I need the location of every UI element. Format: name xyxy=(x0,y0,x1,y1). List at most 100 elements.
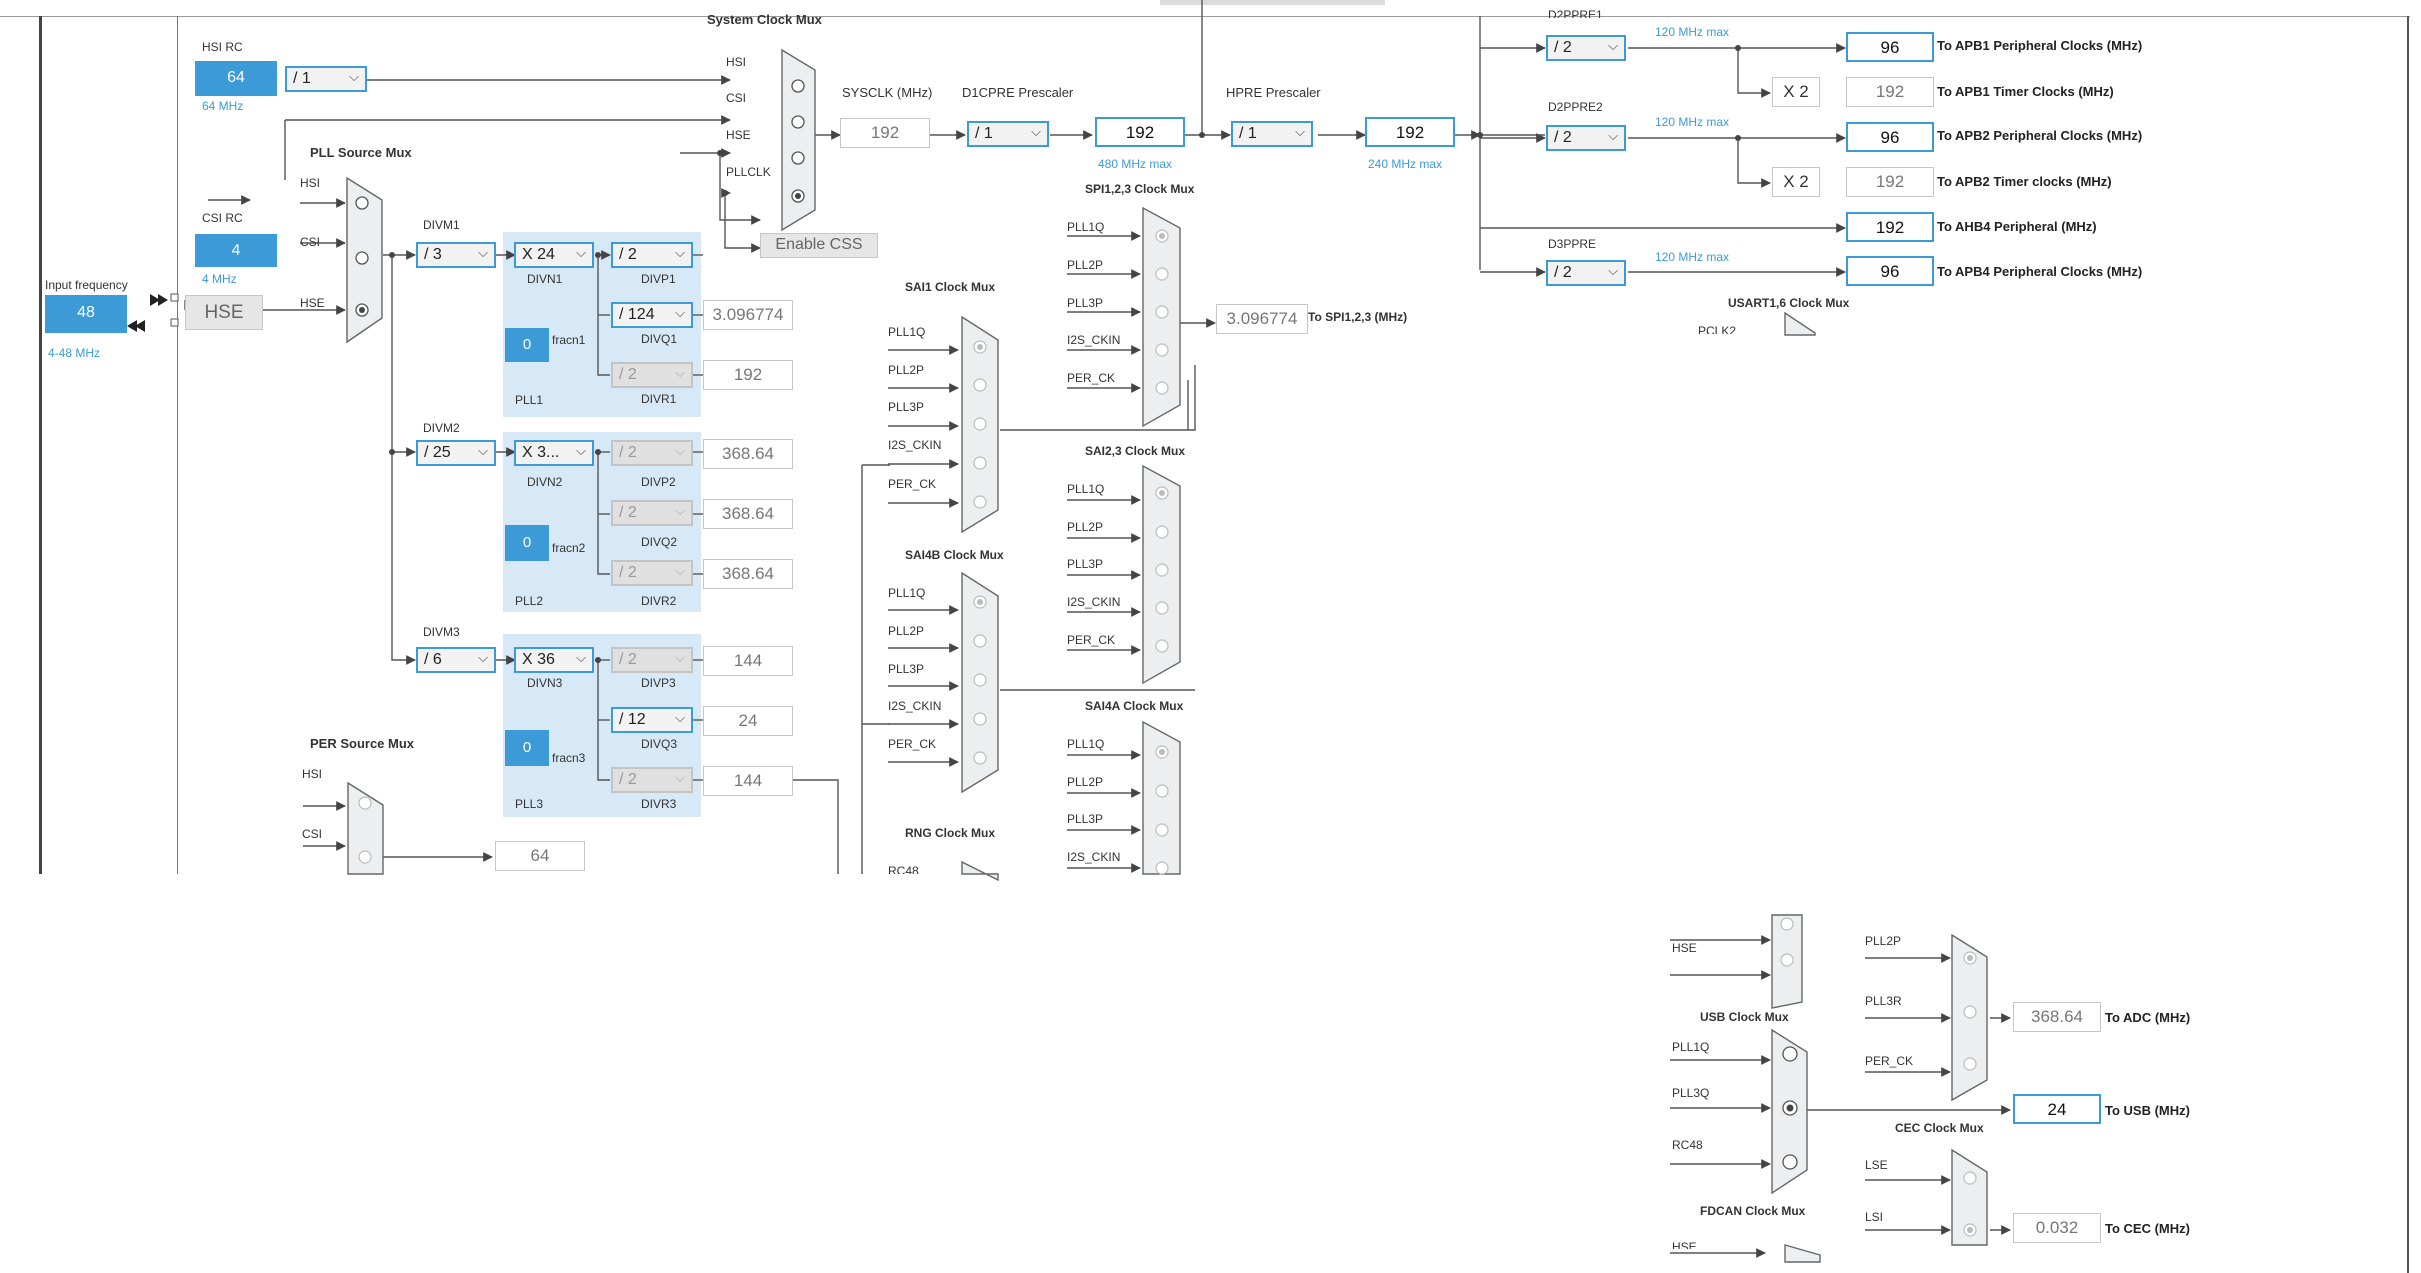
adc-input-perck: PER_CK xyxy=(1865,1054,1914,1068)
pll2-divp-value: / 2 xyxy=(619,444,637,461)
lower-input-hse: HSE xyxy=(1672,941,1697,955)
pll2-divr-select[interactable]: / 2 ⌵ xyxy=(611,560,693,586)
pll1-fracn-label: fracn1 xyxy=(552,333,586,347)
usart16-input-pclk2: PCLK2 xyxy=(1698,324,1737,334)
chevron-down-icon: ⌵ xyxy=(1608,38,1618,53)
d3ppre-max: 120 MHz max xyxy=(1655,250,1730,264)
enable-css-button[interactable]: Enable CSS xyxy=(760,233,878,258)
clock-configuration-canvas: System Clock Mux HSI CSI HSE PLLCLK Enab… xyxy=(0,0,2421,1273)
usb-input-pll3q: PLL3Q xyxy=(1672,1086,1710,1100)
d1cpre-select[interactable]: / 1 ⌵ xyxy=(967,121,1049,147)
d2ppre2-select[interactable]: / 2 ⌵ xyxy=(1546,125,1626,151)
rng-mux-title: RNG Clock Mux xyxy=(905,826,996,840)
apb2-timer-label: To APB2 Timer clocks (MHz) xyxy=(1937,174,2112,189)
sai4b-input-pll3p: PLL3P xyxy=(888,662,925,676)
chevron-down-icon: ⌵ xyxy=(576,443,586,458)
d2ppre2-value: / 2 xyxy=(1554,129,1572,146)
pll1-divq-select[interactable]: / 124 ⌵ xyxy=(611,302,693,328)
pll1-fracn-value[interactable]: 0 xyxy=(505,328,549,362)
d3ppre-value: / 2 xyxy=(1554,264,1572,281)
hse-block[interactable]: HSE xyxy=(185,295,263,330)
pll3-divn-value: X 36 xyxy=(522,651,555,668)
sai4a-input-i2s: I2S_CKIN xyxy=(1067,850,1121,864)
csi-rc-title: CSI RC xyxy=(202,211,243,225)
pll1-divm-value: / 3 xyxy=(424,246,442,263)
pll1-divn-label: DIVN1 xyxy=(527,272,563,286)
input-frequency-value[interactable]: 48 xyxy=(45,295,127,333)
sai4a-input-pll1q: PLL1Q xyxy=(1067,737,1105,751)
pll3-divm-value: / 6 xyxy=(424,651,442,668)
spi123-mux-title: SPI1,2,3 Clock Mux xyxy=(1085,182,1195,196)
pll1-divm-select[interactable]: / 3 ⌵ xyxy=(416,242,496,268)
usb-input-rc48: RC48 xyxy=(1672,1138,1703,1152)
usb-output: 24 xyxy=(2013,1094,2101,1124)
pll2-divq-select[interactable]: / 2 ⌵ xyxy=(611,500,693,526)
d1cpre-output: 192 xyxy=(1095,117,1185,147)
rng-mux-shape xyxy=(961,860,999,882)
d2ppre1-max: 120 MHz max xyxy=(1655,25,1730,39)
adc-output: 368.64 xyxy=(2013,1002,2101,1032)
pll3-divm-select[interactable]: / 6 ⌵ xyxy=(416,647,496,673)
hsi-rc-title: HSI RC xyxy=(202,40,243,54)
hsi-divider-select[interactable]: / 1 ⌵ xyxy=(285,66,367,92)
pll3-divn-select[interactable]: X 36 ⌵ xyxy=(514,647,594,673)
pll-source-input-hsi: HSI xyxy=(300,176,321,190)
sai1-input-pll3p: PLL3P xyxy=(888,400,925,414)
sai4a-mux-title: SAI4A Clock Mux xyxy=(1085,699,1184,713)
usart16-mux-title: USART1,6 Clock Mux xyxy=(1728,296,1850,310)
pll3-divp-output: 144 xyxy=(703,646,793,676)
pll3-divm-label: DIVM3 xyxy=(423,625,460,639)
hsi-freq: 64 MHz xyxy=(202,99,244,113)
spi123-output: 3.096774 xyxy=(1216,304,1308,334)
d3ppre-select[interactable]: / 2 ⌵ xyxy=(1546,260,1626,286)
d2ppre1-label: D2PPRE1 xyxy=(1548,8,1603,18)
fdcan-mux-title: FDCAN Clock Mux xyxy=(1700,1204,1806,1218)
d1cpre-max: 480 MHz max xyxy=(1098,157,1173,171)
pll2-divm-value: / 25 xyxy=(424,444,451,461)
pll2-divp-select[interactable]: / 2 ⌵ xyxy=(611,440,693,466)
input-frequency-range: 4-48 MHz xyxy=(48,346,101,360)
pll-source-input-csi: CSI xyxy=(300,235,321,249)
per-source-mux-title: PER Source Mux xyxy=(310,736,415,751)
pll1-divr-output: 192 xyxy=(703,360,793,390)
pll3-divq-value: / 12 xyxy=(619,711,646,728)
sysclk-label: SYSCLK (MHz) xyxy=(842,85,933,100)
chevron-down-icon: ⌵ xyxy=(478,443,488,458)
chevron-down-icon: ⌵ xyxy=(675,305,685,320)
sai4b-input-i2s: I2S_CKIN xyxy=(888,699,942,713)
pll3-divq-select[interactable]: / 12 ⌵ xyxy=(611,707,693,733)
pll1-divq-value: / 124 xyxy=(619,306,655,323)
chevron-down-icon: ⌵ xyxy=(478,650,488,665)
pll2-divp-output: 368.64 xyxy=(703,439,793,469)
sai23-input-pll3p: PLL3P xyxy=(1067,557,1104,571)
pll2-divn-select[interactable]: X 3... ⌵ xyxy=(514,440,594,466)
pll1-divr-value: / 2 xyxy=(619,366,637,383)
pll2-divr-value: / 2 xyxy=(619,564,637,581)
pll3-divr-select[interactable]: / 2 ⌵ xyxy=(611,767,693,793)
cec-output-label: To CEC (MHz) xyxy=(2105,1221,2190,1236)
d1cpre-label: D1CPRE Prescaler xyxy=(962,85,1074,100)
pll2-divm-select[interactable]: / 25 ⌵ xyxy=(416,440,496,466)
hpre-select[interactable]: / 1 ⌵ xyxy=(1231,121,1313,147)
d2ppre1-select[interactable]: / 2 ⌵ xyxy=(1546,35,1626,61)
sysclk-value: 192 xyxy=(840,118,930,148)
pll2-name: PLL2 xyxy=(515,594,544,608)
pll3-divp-value: / 2 xyxy=(619,651,637,668)
pll2-divr-output: 368.64 xyxy=(703,559,793,589)
pll2-divq-output: 368.64 xyxy=(703,499,793,529)
pll1-divp-select[interactable]: / 2 ⌵ xyxy=(611,242,693,268)
chevron-down-icon: ⌵ xyxy=(349,69,359,84)
csi-rc-value[interactable]: 4 xyxy=(195,234,277,267)
pll3-divp-select[interactable]: / 2 ⌵ xyxy=(611,647,693,673)
pll3-divq-output: 24 xyxy=(703,706,793,736)
usb-output-label: To USB (MHz) xyxy=(2105,1103,2190,1118)
pll3-fracn-value[interactable]: 0 xyxy=(505,730,549,766)
pll1-divn-select[interactable]: X 24 ⌵ xyxy=(514,242,594,268)
pll1-divr-select[interactable]: / 2 ⌵ xyxy=(611,362,693,388)
hsi-rc-value[interactable]: 64 xyxy=(195,61,277,96)
chevron-down-icon: ⌵ xyxy=(675,563,685,578)
csi-freq: 4 MHz xyxy=(202,272,237,286)
pll3-fracn-label: fracn3 xyxy=(552,751,586,765)
clock-wiring xyxy=(127,0,2011,1263)
pll2-fracn-value[interactable]: 0 xyxy=(505,525,549,561)
